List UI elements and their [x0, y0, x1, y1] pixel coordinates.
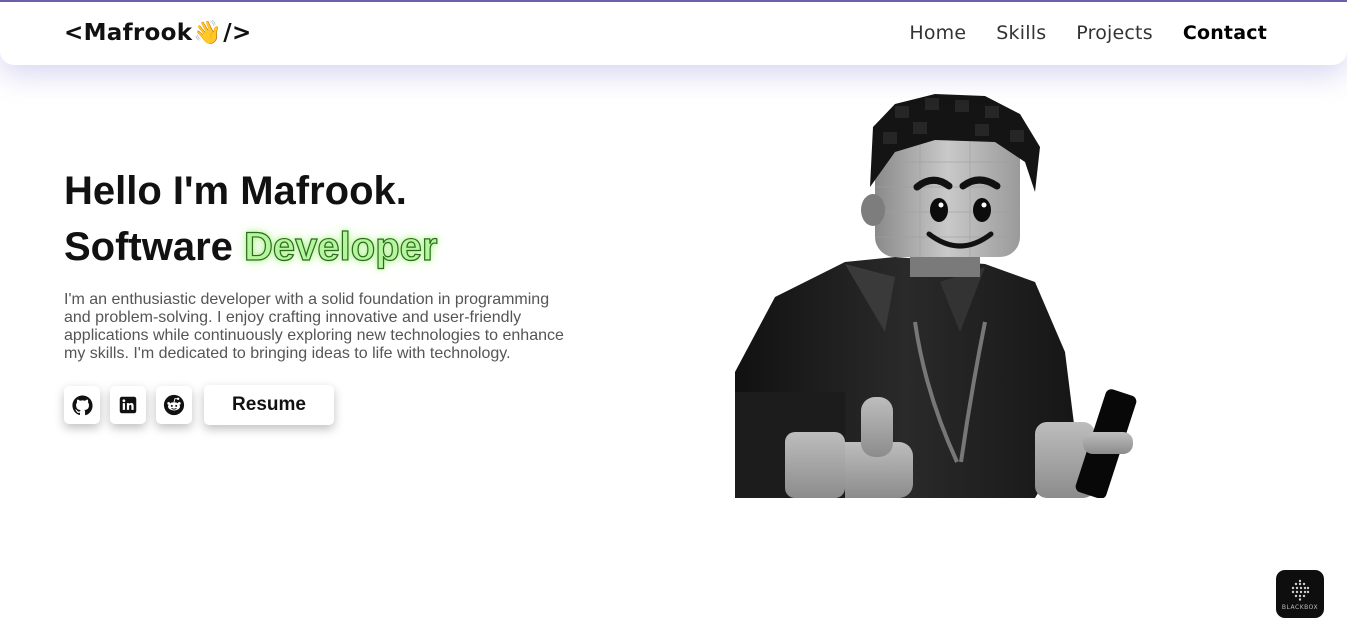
nav-skills[interactable]: Skills	[996, 22, 1046, 44]
logo-prefix: <Mafrook	[64, 19, 193, 46]
hero-section: Hello I'm Mafrook. Software Developer I'…	[64, 163, 584, 379]
reddit-icon	[163, 394, 185, 416]
blackbox-logo-icon	[1291, 579, 1310, 601]
lego-figure-image	[735, 94, 1137, 498]
site-logo[interactable]: <Mafrook 👋 />	[64, 19, 252, 47]
logo-suffix: />	[223, 19, 252, 46]
nav-home[interactable]: Home	[909, 22, 966, 44]
blackbox-widget-button[interactable]: BLACKBOX	[1276, 570, 1324, 618]
github-button[interactable]	[64, 386, 100, 424]
profile-portrait	[735, 92, 1150, 498]
navbar: <Mafrook 👋 /> Home Skills Projects Conta…	[0, 2, 1347, 65]
hero-role: Software Developer	[64, 219, 584, 275]
hero-role-prefix: Software	[64, 225, 245, 269]
main-nav: Home Skills Projects Contact	[909, 22, 1267, 44]
reddit-button[interactable]	[156, 386, 192, 424]
linkedin-button[interactable]	[110, 386, 146, 424]
hero-greeting: Hello I'm Mafrook.	[64, 169, 407, 213]
blackbox-label: BLACKBOX	[1281, 603, 1319, 611]
linkedin-icon	[119, 396, 137, 414]
github-icon	[71, 394, 93, 415]
nav-projects[interactable]: Projects	[1076, 22, 1153, 44]
resume-button[interactable]: Resume	[204, 385, 334, 425]
hero-actions: Resume	[64, 385, 334, 425]
nav-contact[interactable]: Contact	[1183, 22, 1267, 44]
waving-hand-icon: 👋	[193, 20, 223, 46]
hero-role-highlight: Developer	[243, 224, 438, 269]
hero-intro: I'm an enthusiastic developer with a sol…	[64, 291, 564, 362]
